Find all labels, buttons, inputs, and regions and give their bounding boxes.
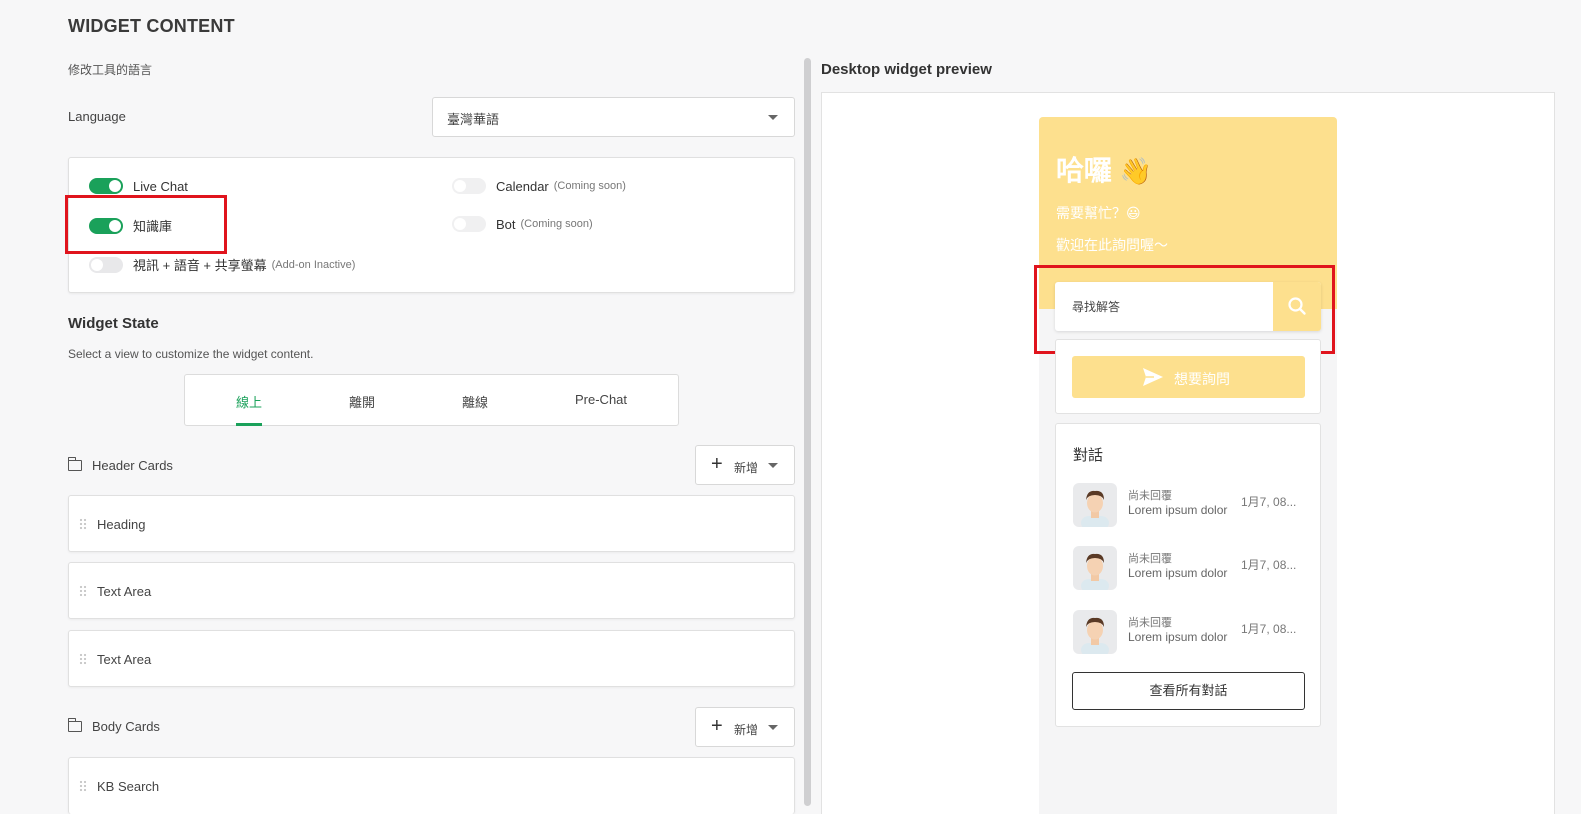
card-item-label: KB Search xyxy=(97,779,160,794)
toggle-note: (Coming soon) xyxy=(520,218,593,230)
ask-button-label: 想要詢問 xyxy=(1174,371,1230,387)
tab-away[interactable]: 離開 xyxy=(349,392,375,411)
card-item-label: Text Area xyxy=(97,584,152,599)
widget-subtitle: 需要幫忙？😃 xyxy=(1056,205,1141,221)
tab-pre-chat[interactable]: Pre-Chat xyxy=(575,392,627,407)
card-item-label: Heading xyxy=(97,517,146,532)
avatar xyxy=(1073,483,1117,527)
add-body-card-button[interactable]: + 新增 xyxy=(695,707,795,747)
language-select[interactable]: 臺灣華語 xyxy=(432,97,795,137)
conversation-message: Lorem ipsum dolor xyxy=(1128,566,1228,580)
toggle-row-bot: Bot (Coming soon) xyxy=(452,216,593,232)
language-label: Language xyxy=(68,109,126,124)
widget-state-title: Widget State xyxy=(68,315,159,332)
ask-question-button[interactable]: 想要詢問 xyxy=(1072,356,1305,398)
tab-online[interactable]: 線上 xyxy=(236,392,262,411)
conversations-card: 對話 尚未回覆 Lorem ipsum dolor 1月7, 08... 尚未回… xyxy=(1055,423,1321,727)
folder-icon xyxy=(67,718,82,732)
conversation-time: 1月7, 08... xyxy=(1241,495,1297,509)
toggle-switch[interactable] xyxy=(89,256,123,273)
conversation-message: Lorem ipsum dolor xyxy=(1128,630,1228,644)
conversation-item[interactable]: 尚未回覆 Lorem ipsum dolor 1月7, 08... xyxy=(1073,483,1313,529)
header-cards-title: Header Cards xyxy=(92,458,173,473)
highlight-box xyxy=(65,195,227,254)
body-cards-title: Body Cards xyxy=(92,719,160,734)
body-cards-heading: Body Cards xyxy=(67,718,160,734)
toggle-label: Live Chat xyxy=(133,178,188,194)
conversation-time: 1月7, 08... xyxy=(1241,558,1297,572)
card-item-label: Text Area xyxy=(97,652,152,667)
header-cards-heading: Header Cards xyxy=(67,457,173,473)
conversation-item[interactable]: 尚未回覆 Lorem ipsum dolor 1月7, 08... xyxy=(1073,546,1313,592)
send-icon xyxy=(1143,368,1163,386)
toggle-row-calendar: Calendar (Coming soon) xyxy=(452,178,626,194)
drag-handle-icon[interactable] xyxy=(79,780,87,792)
add-header-card-button[interactable]: + 新增 xyxy=(695,445,795,485)
toggle-note: (Coming soon) xyxy=(553,180,626,192)
header-card-item[interactable]: Heading xyxy=(68,495,795,552)
avatar xyxy=(1073,610,1117,654)
drag-handle-icon[interactable] xyxy=(79,585,87,597)
header-card-item[interactable]: Text Area xyxy=(68,630,795,687)
conversation-status: 尚未回覆 xyxy=(1128,490,1172,502)
add-button-label: 新增 xyxy=(734,461,759,475)
waving-hand-icon: 👋 xyxy=(1119,156,1153,186)
page-title: WIDGET CONTENT xyxy=(68,16,235,36)
conversation-message: Lorem ipsum dolor xyxy=(1128,503,1228,517)
toggle-switch xyxy=(452,178,486,194)
toggle-label: 視訊 + 語音 + 共享螢幕 xyxy=(133,258,267,273)
plus-icon: + xyxy=(711,453,723,475)
widget-state-description: Select a view to customize the widget co… xyxy=(68,347,314,361)
conversations-title: 對話 xyxy=(1073,447,1104,464)
widget-welcome: 歡迎在此詢問喔～ xyxy=(1056,237,1168,253)
toggle-switch[interactable] xyxy=(89,178,123,194)
conversation-item[interactable]: 尚未回覆 Lorem ipsum dolor 1月7, 08... xyxy=(1073,610,1313,656)
plus-icon: + xyxy=(711,715,723,737)
tab-offline[interactable]: 離線 xyxy=(462,392,488,411)
toggle-label: Calendar xyxy=(496,178,549,194)
conversation-status: 尚未回覆 xyxy=(1128,553,1172,565)
chevron-down-icon xyxy=(768,463,778,468)
view-all-conversations-button[interactable]: 查看所有對話 xyxy=(1072,672,1305,710)
conversation-status: 尚未回覆 xyxy=(1128,617,1172,629)
drag-handle-icon[interactable] xyxy=(79,653,87,665)
conversation-time: 1月7, 08... xyxy=(1241,622,1297,636)
language-section-label: 修改工具的語言 xyxy=(68,63,153,77)
header-card-item[interactable]: Text Area xyxy=(68,562,795,619)
widget-greeting: 哈囉 👋 xyxy=(1056,155,1153,186)
toggle-row-live-chat[interactable]: Live Chat xyxy=(89,178,188,194)
chevron-down-icon xyxy=(768,115,778,120)
chevron-down-icon xyxy=(768,725,778,730)
drag-handle-icon[interactable] xyxy=(79,518,87,530)
folder-icon xyxy=(67,457,82,471)
toggle-switch xyxy=(452,216,486,232)
active-tab-indicator xyxy=(236,423,262,426)
add-button-label: 新增 xyxy=(734,723,759,737)
toggle-row-video-voice-share[interactable]: 視訊 + 語音 + 共享螢幕 (Add-on Inactive) xyxy=(89,255,355,274)
ask-card: 想要詢問 xyxy=(1055,339,1321,414)
toggle-label: Bot xyxy=(496,216,516,232)
toggle-note: (Add-on Inactive) xyxy=(271,258,356,271)
body-card-item[interactable]: KB Search xyxy=(68,757,795,814)
preview-title: Desktop widget preview xyxy=(821,61,992,78)
widget-state-tabs: 線上 離開 離線 Pre-Chat xyxy=(184,374,679,426)
avatar xyxy=(1073,546,1117,590)
scrollbar[interactable] xyxy=(804,58,811,806)
language-selected-value: 臺灣華語 xyxy=(447,112,500,127)
